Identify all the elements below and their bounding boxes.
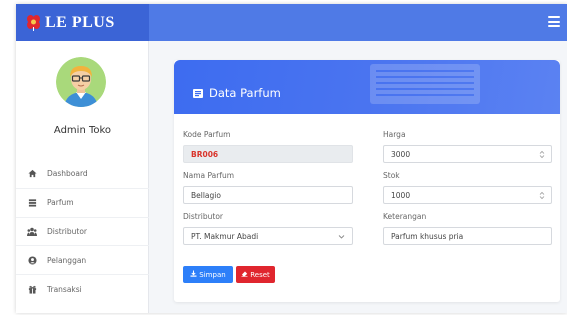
- sidebar-item-pelanggan[interactable]: Pelanggan: [16, 245, 149, 274]
- header-background-decoration: [370, 64, 480, 104]
- kode-parfum-field: BR006: [183, 145, 353, 163]
- sidebar-item-distributor[interactable]: Distributor: [16, 216, 149, 246]
- distributor-select[interactable]: PT. Makmur Abadi: [183, 227, 353, 245]
- hamburger-icon[interactable]: [548, 16, 560, 28]
- sidebar-item-label: Dashboard: [47, 168, 88, 178]
- sidebar-item-dashboard[interactable]: Dashboard: [16, 159, 149, 188]
- top-navbar: LE PLUS: [16, 4, 567, 41]
- stok-value: 1000: [391, 190, 411, 200]
- sidebar-item-transaksi[interactable]: Transaksi: [16, 274, 149, 303]
- form-card: Data Parfum Kode Parfum BR006 Nama Parfu…: [174, 60, 560, 302]
- nama-parfum-value: Bellagio: [191, 190, 221, 200]
- distributor-value: PT. Makmur Abadi: [191, 231, 259, 241]
- number-stepper-icon[interactable]: [539, 191, 545, 200]
- sidebar-item-label: Pelanggan: [47, 255, 87, 265]
- card-title: Data Parfum: [193, 83, 281, 102]
- download-icon: [190, 270, 197, 279]
- nama-parfum-input[interactable]: Bellagio: [183, 186, 353, 204]
- list-icon: [27, 198, 37, 208]
- user-name: Admin Toko: [53, 125, 112, 136]
- flower-logo-icon: [26, 14, 41, 31]
- stok-label: Stok: [383, 171, 400, 180]
- sidebar-item-label: Transaksi: [47, 284, 82, 294]
- card-header: Data Parfum: [174, 60, 560, 114]
- keterangan-value: Parfum khusus pria: [391, 231, 464, 241]
- id-card-icon: [193, 83, 203, 102]
- save-button[interactable]: Simpan: [183, 266, 233, 283]
- chevron-down-icon: [338, 233, 345, 240]
- kode-parfum-label: Kode Parfum: [183, 130, 231, 139]
- sidebar-item-label: Distributor: [47, 226, 88, 236]
- kode-parfum-value: BR006: [191, 149, 219, 159]
- eraser-icon: [241, 270, 248, 279]
- gift-icon: [27, 284, 37, 294]
- sidebar-item-label: Parfum: [47, 198, 74, 208]
- sidebar-menu: Dashboard Parfum Distributor Pelanggan T…: [16, 159, 149, 303]
- home-icon: [27, 168, 37, 178]
- sidebar-item-parfum[interactable]: Parfum: [16, 187, 149, 217]
- user-group-icon: [27, 255, 37, 265]
- distributor-label: Distributor: [183, 212, 224, 221]
- harga-label: Harga: [383, 130, 406, 139]
- stok-input[interactable]: 1000: [383, 186, 552, 204]
- keterangan-input[interactable]: Parfum khusus pria: [383, 227, 552, 245]
- brand-name: LE PLUS: [45, 13, 115, 31]
- card-title-text: Data Parfum: [209, 85, 281, 100]
- number-stepper-icon[interactable]: [539, 150, 545, 159]
- brand[interactable]: LE PLUS: [16, 4, 149, 41]
- sidebar: Admin Toko Dashboard Parfum Distributor: [16, 41, 149, 313]
- save-button-label: Simpan: [199, 270, 226, 279]
- users-icon: [27, 226, 37, 236]
- keterangan-label: Keterangan: [383, 212, 427, 221]
- user-avatar: [56, 57, 106, 107]
- reset-button[interactable]: Reset: [236, 266, 275, 283]
- app-window: LE PLUS Admin Toko Dashboard Parfum Dist…: [16, 4, 567, 313]
- reset-button-label: Reset: [250, 270, 270, 279]
- harga-value: 3000: [391, 149, 411, 159]
- harga-input[interactable]: 3000: [383, 145, 552, 163]
- nama-parfum-label: Nama Parfum: [183, 171, 235, 180]
